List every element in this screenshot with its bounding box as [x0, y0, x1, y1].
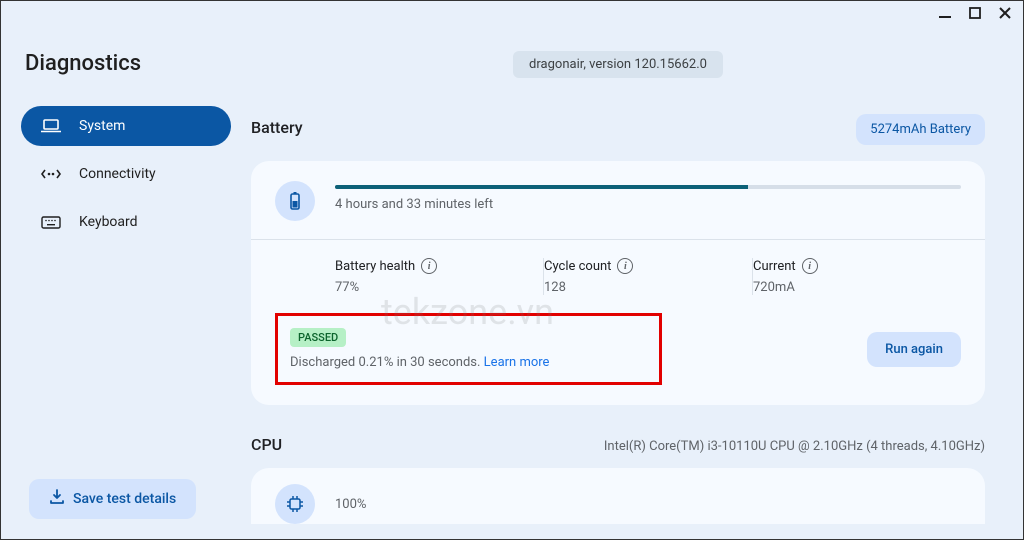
page-title: Diagnostics: [25, 51, 251, 76]
sidebar: Diagnostics System Connectivity Keyboard: [21, 51, 251, 539]
save-button-label: Save test details: [73, 491, 176, 507]
info-icon[interactable]: i: [802, 258, 818, 274]
stat-value: 77%: [335, 280, 503, 295]
laptop-icon: [41, 118, 61, 134]
stat-current: Current i 720mA: [753, 258, 961, 295]
chip-icon: [275, 484, 315, 524]
stat-label: Cycle count: [544, 259, 611, 274]
learn-more-link[interactable]: Learn more: [484, 355, 550, 370]
connectivity-icon: [41, 166, 61, 182]
close-icon[interactable]: [997, 5, 1013, 21]
sidebar-item-connectivity[interactable]: Connectivity: [21, 154, 231, 194]
stat-label: Battery health: [335, 259, 415, 274]
battery-icon: [275, 181, 315, 221]
stat-battery-health: Battery health i 77%: [335, 258, 544, 295]
keyboard-icon: [41, 214, 61, 230]
cpu-percent: 100%: [335, 497, 366, 512]
main-content: dragonair, version 120.15662.0 Battery 5…: [251, 51, 1023, 539]
stat-value: 128: [544, 280, 712, 295]
divider: [251, 239, 985, 240]
status-badge: PASSED: [290, 328, 346, 347]
sidebar-item-label: Connectivity: [79, 166, 156, 182]
stat-cycle-count: Cycle count i 128: [544, 258, 753, 295]
stat-label: Current: [753, 259, 796, 274]
info-icon[interactable]: i: [421, 258, 437, 274]
minimize-icon[interactable]: [937, 5, 953, 21]
maximize-icon[interactable]: [967, 5, 983, 21]
battery-card: 4 hours and 33 minutes left Battery heal…: [251, 161, 985, 405]
test-result-highlight: PASSED Discharged 0.21% in 30 seconds. L…: [275, 313, 662, 385]
sidebar-item-keyboard[interactable]: Keyboard: [21, 202, 231, 242]
sidebar-item-label: System: [79, 118, 125, 134]
stat-value: 720mA: [753, 280, 921, 295]
cpu-section-title: CPU: [251, 435, 282, 454]
cpu-model: Intel(R) Core(TM) i3-10110U CPU @ 2.10GH…: [604, 439, 985, 454]
version-pill: dragonair, version 120.15662.0: [513, 51, 723, 78]
info-icon[interactable]: i: [617, 258, 633, 274]
save-test-details-button[interactable]: Save test details: [29, 479, 196, 519]
test-result-text: Discharged 0.21% in 30 seconds. Learn mo…: [290, 355, 549, 370]
sidebar-item-label: Keyboard: [79, 214, 138, 230]
battery-time-left: 4 hours and 33 minutes left: [335, 197, 961, 212]
download-icon: [49, 489, 65, 509]
battery-section-title: Battery: [251, 118, 303, 137]
run-again-button[interactable]: Run again: [867, 332, 961, 367]
sidebar-item-system[interactable]: System: [21, 106, 231, 146]
battery-capacity-badge: 5274mAh Battery: [856, 114, 985, 145]
cpu-card: 100%: [251, 468, 985, 524]
battery-progress: [335, 185, 961, 189]
